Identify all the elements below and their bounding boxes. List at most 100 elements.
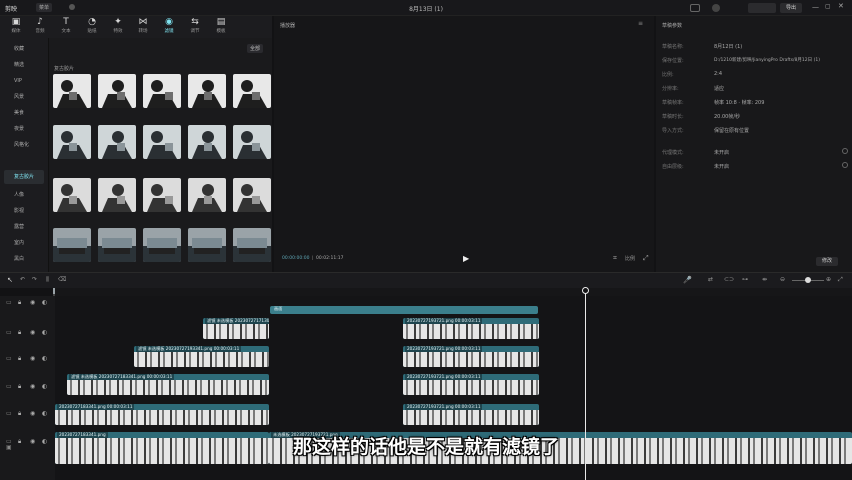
mute-icon[interactable]: ◐: [42, 299, 47, 306]
lock-icon[interactable]: 🔒︎: [18, 410, 21, 418]
filter-thumbnail[interactable]: [233, 74, 271, 108]
tool-sticker[interactable]: ◔ 贴纸: [80, 16, 104, 38]
close-icon[interactable]: ✕: [838, 2, 844, 10]
sidebar-item-indoor[interactable]: 室内: [4, 236, 44, 250]
filter-thumbnail[interactable]: [188, 228, 226, 262]
image-clip[interactable]: 20230727193721.png 00:00:03:11: [403, 346, 539, 367]
filter-thumbnail[interactable]: [53, 228, 91, 262]
fullscreen-icon[interactable]: ⤢: [643, 254, 649, 263]
filter-thumbnail[interactable]: [53, 74, 91, 108]
microphone-icon[interactable]: 🎤: [683, 276, 692, 284]
filter-thumbnail[interactable]: [233, 228, 271, 262]
mute-icon[interactable]: ◐: [42, 355, 47, 362]
sidebar-item-vip[interactable]: VIP: [4, 74, 44, 88]
sidebar-item-favorites[interactable]: 收藏: [4, 42, 44, 56]
preview-axis-icon[interactable]: ⇹: [762, 276, 767, 283]
tool-media[interactable]: ▣ 媒体: [4, 16, 28, 38]
ratio-button[interactable]: 比例: [625, 255, 635, 262]
image-clip[interactable]: 滤镜 未选模板 20230727183341.png 00:00:03:11: [67, 374, 269, 395]
avatar[interactable]: [712, 4, 720, 12]
filter-thumbnail[interactable]: [53, 125, 91, 159]
image-clip[interactable]: 20230727193721.png 00:00:03:11: [403, 318, 539, 339]
tool-template[interactable]: ▤ 模板: [209, 16, 233, 38]
filter-thumbnail[interactable]: [233, 125, 271, 159]
redo-icon[interactable]: ↷: [32, 276, 37, 283]
player-menu-icon[interactable]: ≡: [638, 20, 643, 27]
filter-thumbnail[interactable]: [233, 178, 271, 212]
sidebar-item-night[interactable]: 夜景: [4, 122, 44, 136]
sidebar-item-bw[interactable]: 黑白: [4, 252, 44, 266]
menu-button[interactable]: 菜单: [36, 3, 53, 12]
undo-icon[interactable]: ↶: [20, 276, 25, 283]
tool-filter[interactable]: ◉ 滤镜: [157, 16, 181, 38]
sidebar-item-portrait[interactable]: 人像: [4, 188, 44, 202]
maximize-icon[interactable]: ▢: [825, 3, 831, 10]
lock-icon[interactable]: 🔒︎: [18, 355, 21, 363]
select-cursor-icon[interactable]: ↖: [7, 276, 13, 284]
share-button[interactable]: [748, 3, 776, 13]
lock-icon[interactable]: 🔒︎: [18, 383, 21, 391]
sidebar-item-food[interactable]: 美食: [4, 106, 44, 120]
eye-icon[interactable]: ◉: [30, 355, 35, 362]
zoom-out-icon[interactable]: ⊖: [780, 276, 785, 283]
linkage-icon[interactable]: ⊶: [742, 276, 748, 283]
filter-thumbnail[interactable]: [188, 74, 226, 108]
lock-icon[interactable]: 🔒︎: [18, 299, 21, 307]
image-clip[interactable]: 20230727193721.png 00:00:03:11: [403, 404, 539, 425]
image-clip[interactable]: 20230727183341.png 00:00:03:11: [55, 404, 269, 425]
link-icon[interactable]: ⇄: [708, 276, 713, 283]
playhead-handle[interactable]: [582, 287, 589, 294]
lock-icon[interactable]: 🔒︎: [18, 329, 21, 337]
mute-icon[interactable]: ◐: [42, 329, 47, 336]
media-icon: ▣: [11, 17, 21, 27]
tool-effects[interactable]: ✦ 特效: [106, 16, 130, 38]
tool-audio[interactable]: ♪ 音频: [28, 16, 52, 38]
sidebar-item-retro-film[interactable]: 复古胶片: [4, 170, 44, 184]
filter-thumbnail[interactable]: [143, 228, 181, 262]
sidebar-item-camping[interactable]: 露营: [4, 220, 44, 234]
export-button[interactable]: 导出: [780, 3, 802, 13]
filter-thumbnail[interactable]: [143, 74, 181, 108]
timeline-ruler[interactable]: [55, 288, 852, 296]
eye-icon[interactable]: ◉: [30, 299, 35, 306]
modify-button[interactable]: 修改: [816, 257, 838, 266]
proxy-toggle[interactable]: [842, 148, 848, 154]
layer-toggle[interactable]: [842, 162, 848, 168]
fit-icon[interactable]: ⤢: [838, 276, 843, 284]
zoom-slider-handle[interactable]: [805, 277, 811, 283]
mute-icon[interactable]: ◐: [42, 410, 47, 417]
image-clip[interactable]: 滤镜 未选模板 20230727193341.png 00:00:03:11: [134, 346, 269, 367]
delete-icon[interactable]: ⌫: [58, 276, 66, 283]
filter-all-button[interactable]: 全部: [247, 44, 264, 53]
sidebar-item-film[interactable]: 影视: [4, 204, 44, 218]
filter-thumbnail[interactable]: [188, 178, 226, 212]
image-clip[interactable]: 20230727193721.png 00:00:03:11: [403, 374, 539, 395]
filter-thumbnail[interactable]: [53, 178, 91, 212]
crop-icon[interactable]: ⌗: [613, 254, 617, 263]
sidebar-item-stylized[interactable]: 风格化: [4, 138, 44, 152]
play-icon[interactable]: ▶: [463, 254, 469, 263]
filter-thumbnail[interactable]: [143, 178, 181, 212]
filter-thumbnail[interactable]: [188, 125, 226, 159]
tool-text[interactable]: T 文本: [54, 16, 78, 38]
sidebar-item-featured[interactable]: 精选: [4, 58, 44, 72]
eye-icon[interactable]: ◉: [30, 383, 35, 390]
filter-thumbnail[interactable]: [98, 178, 136, 212]
filter-clip[interactable]: 画面: [270, 306, 538, 314]
filter-thumbnail[interactable]: [98, 74, 136, 108]
eye-icon[interactable]: ◉: [30, 329, 35, 336]
filter-thumbnail[interactable]: [98, 125, 136, 159]
eye-icon[interactable]: ◉: [30, 410, 35, 417]
tool-adjust[interactable]: ⇆ 调节: [183, 16, 207, 38]
mute-icon[interactable]: ◐: [42, 383, 47, 390]
minimize-icon[interactable]: —: [812, 3, 819, 11]
zoom-in-icon[interactable]: ⊕: [826, 276, 831, 283]
image-clip[interactable]: 滤镜 未选模板 20230727171307.png 00:00:03:11: [203, 318, 269, 339]
sidebar-item-scenery[interactable]: 风景: [4, 90, 44, 104]
filter-thumbnail[interactable]: [98, 228, 136, 262]
tool-transition[interactable]: ⋈ 转场: [131, 16, 155, 38]
filter-thumbnail[interactable]: [143, 125, 181, 159]
snap-icon[interactable]: ⊂⊃: [724, 276, 734, 283]
shortcut-icon[interactable]: [690, 4, 700, 12]
split-icon[interactable]: ⫼: [46, 276, 49, 284]
